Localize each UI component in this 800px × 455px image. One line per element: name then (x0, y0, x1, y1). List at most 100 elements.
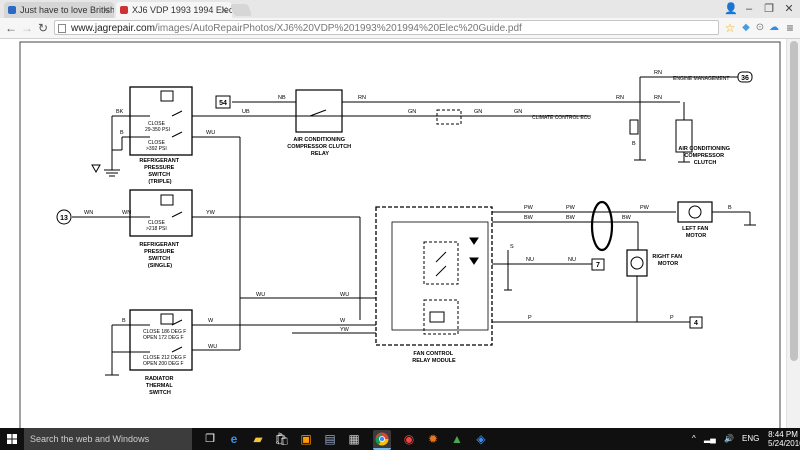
wire-label: NB (278, 95, 286, 101)
wire-label: GN (514, 109, 522, 115)
forward-arrow-icon[interactable]: → (19, 20, 35, 36)
new-tab-button[interactable] (229, 4, 253, 16)
climate-ecu-label: CLIMATE CONTROL ECU (532, 115, 591, 121)
wire-label: B (728, 205, 732, 211)
address-path: /images/AutoRepairPhotos/XJ6%20VDP%20199… (154, 23, 522, 34)
wire-label: GN (474, 109, 482, 115)
close-window-button[interactable]: ✕ (776, 0, 800, 18)
wire-label: RN (654, 70, 662, 76)
connector-36-label: 36 (741, 75, 749, 82)
app-icon[interactable]: ▤ (321, 430, 339, 448)
ac-clutch-label: AIR CONDITIONING COMPRESSOR CLUTCH (678, 146, 731, 166)
wire-label: W (208, 318, 214, 324)
wire-label: WN (84, 210, 93, 216)
wire-label: BW (524, 215, 534, 221)
connector-54-label: 54 (219, 100, 227, 107)
wire-label: BW (622, 215, 632, 221)
address-host: www.jagrepair.com (71, 23, 155, 34)
wire-label: WN (122, 210, 131, 216)
tab-title: XJ6 VDP 1993 1994 Elec G (132, 5, 232, 15)
fan-control-relay-module (375, 206, 493, 346)
app-icon[interactable]: ◉ (400, 430, 418, 448)
close-tab-icon[interactable]: ✕ (102, 2, 110, 18)
wire-label: RN (616, 95, 624, 101)
left-fan-motor (677, 201, 713, 223)
cloud-extension-icon[interactable]: ☁ (766, 20, 782, 36)
browser-toolbar: ← → ↻ www.jagrepair.com/images/AutoRepai… (0, 18, 800, 39)
store-icon[interactable]: 🛍 (273, 430, 291, 448)
tray-overflow-icon[interactable]: ^ (692, 428, 696, 450)
wire-label: UB (242, 109, 250, 115)
address-bar[interactable]: www.jagrepair.com/images/AutoRepairPhoto… (54, 20, 719, 35)
back-arrow-icon[interactable]: ← (3, 20, 19, 36)
chrome-taskbar-icon[interactable] (373, 430, 391, 450)
wire-label: PW (566, 205, 576, 211)
page-info-icon[interactable] (58, 24, 66, 33)
task-view-icon[interactable]: ❐ (201, 430, 219, 448)
wire-label: B (120, 130, 124, 136)
right-fan-label: RIGHT FAN MOTOR (652, 254, 683, 267)
close-tab-icon[interactable]: ✕ (220, 2, 228, 18)
pressure-note: 29-350 PSI (145, 127, 170, 133)
browser-tab-strip: Just have to love British V ✕ XJ6 VDP 19… (0, 0, 800, 19)
wire-label: NU (526, 257, 534, 263)
wire-label: W (340, 318, 346, 324)
scrollbar-thumb[interactable] (790, 41, 798, 361)
vertical-scrollbar[interactable] (786, 39, 800, 428)
tab-british-v[interactable]: Just have to love British V ✕ (4, 2, 114, 18)
start-button[interactable] (0, 428, 24, 450)
wire-label: GN (408, 109, 416, 115)
wire-label: P (528, 315, 532, 321)
wire-label: BW (566, 215, 576, 221)
wire-label: YW (340, 327, 350, 333)
connector-7-label: 7 (596, 262, 600, 269)
windows-logo-icon (7, 434, 17, 444)
network-icon[interactable]: ▂▄ (704, 428, 716, 450)
clock[interactable]: 8:44 PM 5/24/2016 (768, 430, 800, 448)
edge-browser-icon[interactable]: e (225, 430, 243, 448)
language-indicator[interactable]: ENG (742, 428, 759, 450)
chrome-menu-icon[interactable]: ≡ (782, 20, 798, 36)
app-icon[interactable]: ◈ (472, 430, 490, 448)
reload-icon[interactable]: ↻ (35, 20, 51, 36)
app-icon[interactable]: ▦ (345, 430, 363, 448)
wire-label: NU (568, 257, 576, 263)
app-icon[interactable]: ▣ (297, 430, 315, 448)
left-fan-label: LEFT FAN MOTOR (682, 226, 710, 239)
wire-label: WU (340, 292, 349, 298)
bookmark-star-icon[interactable]: ☆ (722, 20, 738, 36)
wire-label: PW (640, 205, 650, 211)
right-fan-motor (626, 249, 648, 277)
wire-label: RN (358, 95, 366, 101)
wire-label: S (510, 244, 514, 250)
clock-time: 8:44 PM (768, 430, 798, 439)
windows-taskbar: Search the web and Windows ❐ e ▰ 🛍 ▣ ▤ ▦… (0, 428, 800, 450)
wire-label: P (670, 315, 674, 321)
highlight-oval (590, 200, 614, 252)
wire-label: B (122, 318, 126, 324)
connector-4-label: 4 (694, 320, 698, 327)
app-icon[interactable]: ▲ (448, 430, 466, 448)
wire-label: YW (206, 210, 216, 216)
wire-label: PW (524, 205, 534, 211)
pdf-viewer[interactable]: 54 36 13 7 4 AIR CONDITIONING COMPRESSOR… (0, 39, 800, 439)
chrome-logo-icon (375, 432, 389, 446)
pressure-note: >218 PSI (146, 226, 167, 232)
radiator-switch-label: RADIATOR THERMAL SWITCH (145, 376, 175, 396)
temperature-note: OPEN 200 DEG F (143, 361, 184, 367)
connector-13-label: 13 (60, 215, 68, 222)
site-favicon-icon (8, 6, 16, 14)
file-explorer-icon[interactable]: ▰ (249, 430, 267, 448)
tab-title: Just have to love British V (20, 5, 114, 15)
refrigerant-single-label: REFRIGERANT PRESSURE SWITCH (SINGLE) (139, 242, 180, 269)
clock-date: 5/24/2016 (768, 439, 800, 448)
tab-xj6-vdp[interactable]: XJ6 VDP 1993 1994 Elec G ✕ (116, 2, 232, 18)
pdf-favicon-icon (120, 6, 128, 14)
volume-icon[interactable]: 🔊 (724, 428, 734, 450)
wire-label: WU (256, 292, 265, 298)
app-icon[interactable]: ✹ (424, 430, 442, 448)
search-placeholder: Search the web and Windows (30, 434, 150, 444)
taskbar-search-box[interactable]: Search the web and Windows (24, 428, 192, 450)
ac-relay-label: AIR CONDITIONING COMPRESSOR CLUTCH RELAY (287, 137, 352, 157)
engine-management-label: ENGINE MANAGEMENT (673, 76, 729, 82)
